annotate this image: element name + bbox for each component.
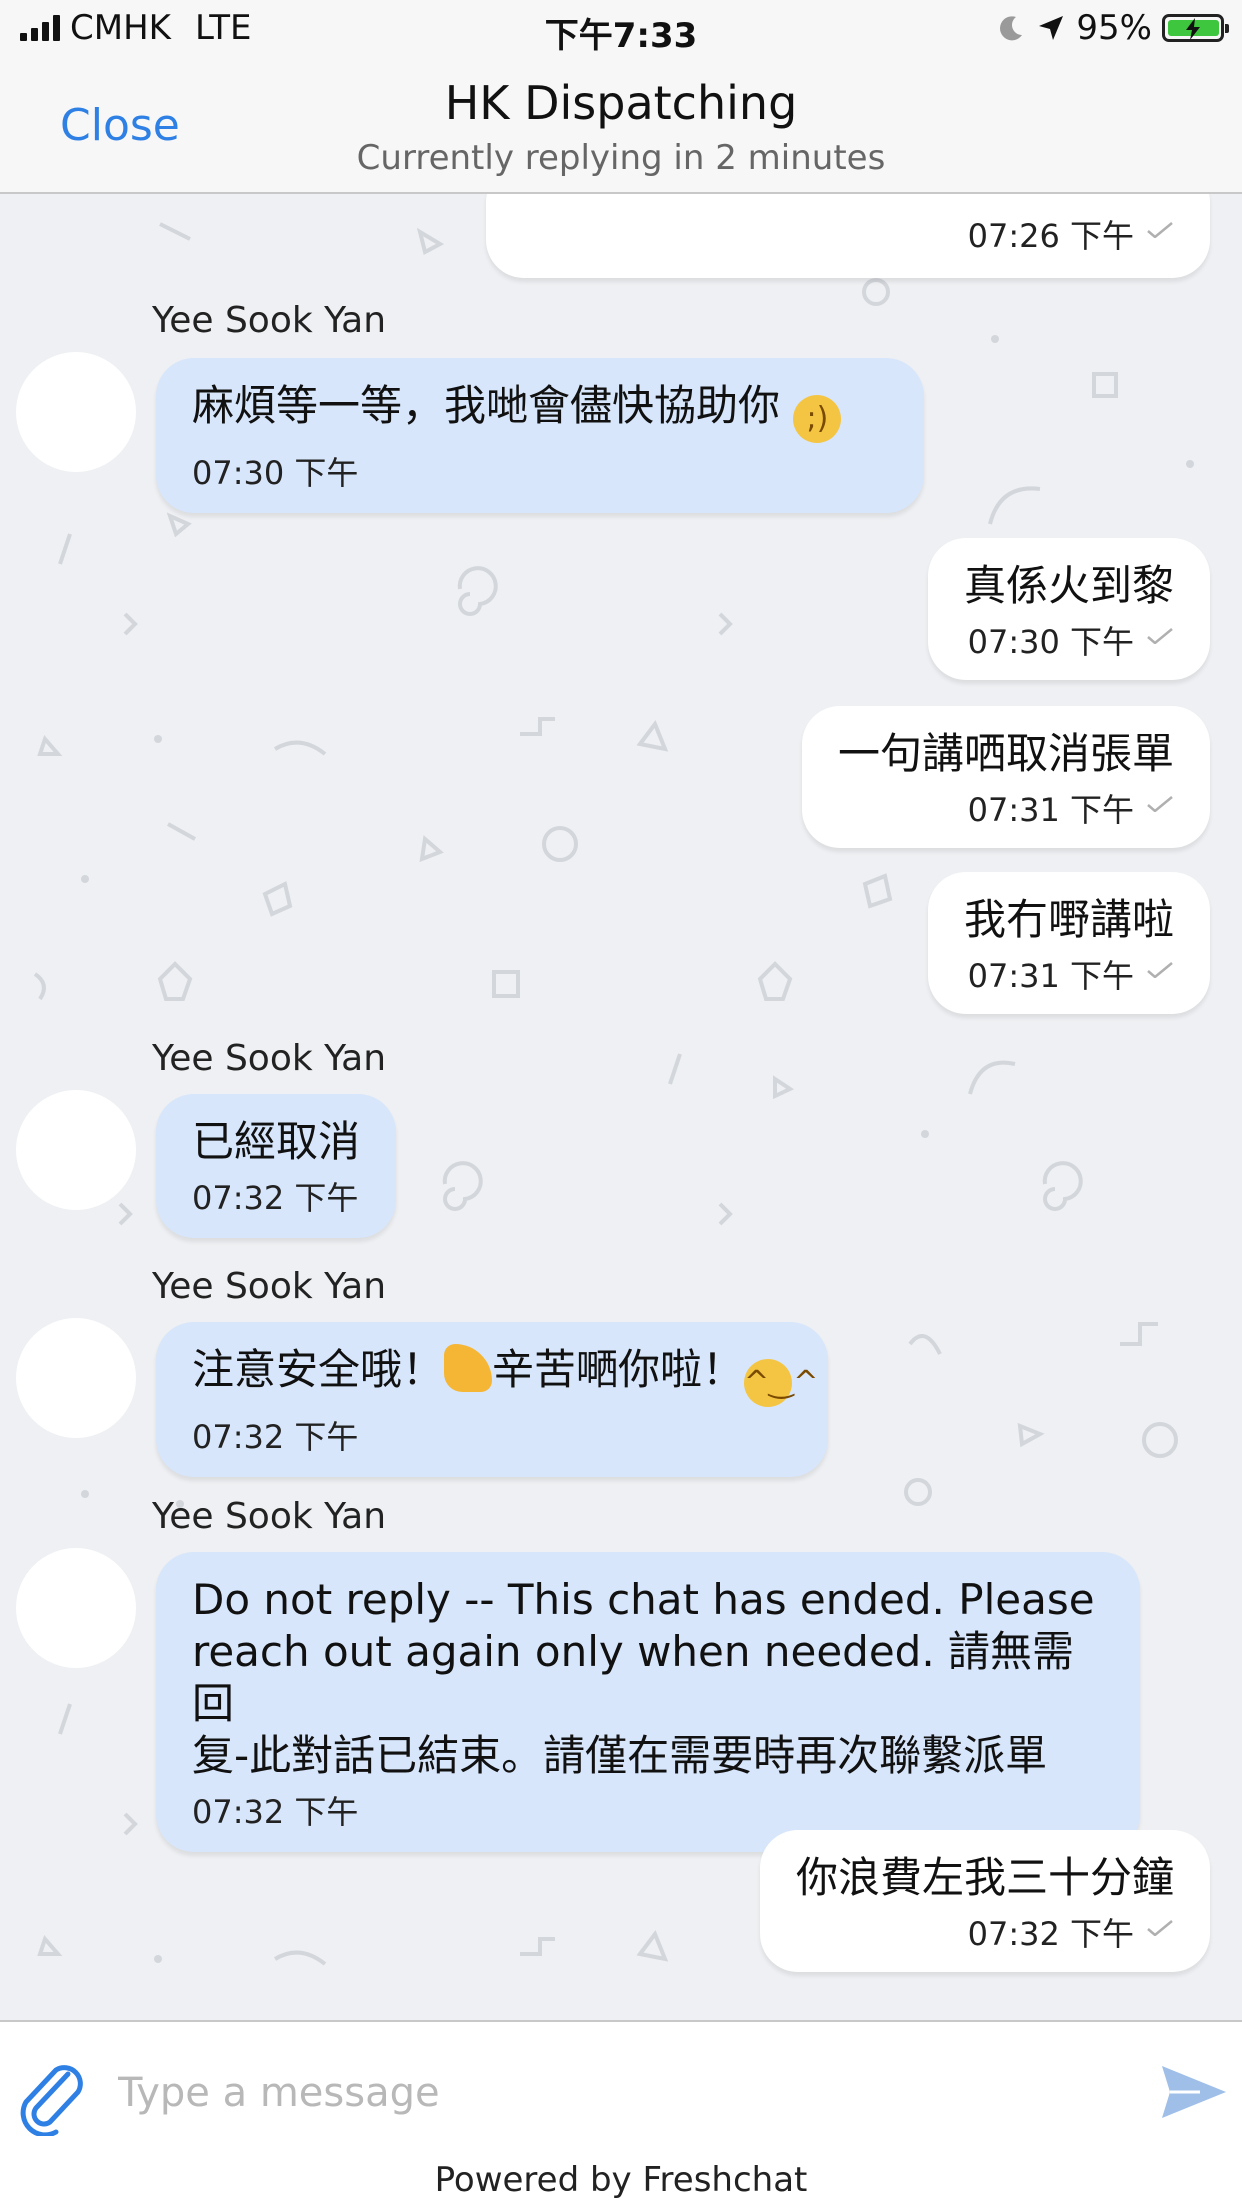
message-text-line: reach out again only when needed. 請無需回 xyxy=(192,1627,1075,1728)
message-time: 07:32 下午 xyxy=(192,1793,359,1831)
battery-percent: 95% xyxy=(1076,8,1152,48)
message-time: 07:30 下午 xyxy=(192,454,359,492)
status-right: 95% xyxy=(996,8,1229,48)
message-text: 你浪費左我三十分鐘 xyxy=(795,1853,1174,1902)
chat-header: Close HK Dispatching Currently replying … xyxy=(0,62,1242,194)
sender-name: Yee Sook Yan xyxy=(152,1496,387,1537)
wink-emoji-icon: ;) xyxy=(793,395,842,443)
message-time: 07:31 下午 xyxy=(964,956,1174,996)
outgoing-message: 我冇嘢講啦 07:31 下午 xyxy=(927,872,1210,1014)
paperclip-icon[interactable] xyxy=(16,2056,86,2136)
flexed-biceps-emoji-icon xyxy=(444,1344,493,1392)
message-time: 07:32 下午 xyxy=(192,1179,359,1217)
hugging-face-emoji-icon: ^‿^ xyxy=(744,1359,818,1407)
delivered-check-icon xyxy=(1147,628,1173,644)
composer-bar: Powered by Freshchat xyxy=(0,2020,1242,2210)
agent-avatar xyxy=(16,352,136,472)
message-text: 真係火到黎 xyxy=(963,561,1174,610)
agent-avatar xyxy=(16,1090,136,1210)
outgoing-message: 07:26 下午 xyxy=(486,194,1210,278)
outgoing-message: 真係火到黎 07:30 下午 xyxy=(927,538,1210,680)
incoming-message: Do not reply -- This chat has ended. Ple… xyxy=(156,1552,1140,1852)
message-list[interactable]: 07:26 下午 Yee Sook Yan 麻煩等一等，我哋會儘快協助你 ;) … xyxy=(0,194,1242,2020)
message-text: 注意安全哦！ 辛苦嗮你啦！^‿^ xyxy=(192,1344,818,1407)
message-text: 已經取消 xyxy=(192,1117,361,1166)
sender-name: Yee Sook Yan xyxy=(152,1038,387,1079)
message-time: 07:32 下午 xyxy=(192,1418,359,1456)
agent-avatar xyxy=(16,1318,136,1438)
send-icon[interactable] xyxy=(1160,2062,1228,2122)
moon-icon xyxy=(1000,16,1023,41)
message-text: 我冇嘢講啦 xyxy=(963,895,1174,944)
message-text: 麻煩等一等，我哋會儘快協助你 ;) xyxy=(192,380,888,443)
message-text-line: 复-此對話已結束。請僅在需要時再次聯繫派單 xyxy=(192,1731,1048,1780)
reply-time-subtitle: Currently replying in 2 minutes xyxy=(356,138,886,178)
delivered-check-icon xyxy=(1147,222,1173,238)
message-time: 07:31 下午 xyxy=(838,790,1174,830)
incoming-message: 麻煩等一等，我哋會儘快協助你 ;) 07:30 下午 xyxy=(156,358,924,513)
status-bar: CMHK LTE 下午7:33 95% xyxy=(0,0,1242,62)
outgoing-message: 你浪費左我三十分鐘 07:32 下午 xyxy=(759,1830,1210,1972)
message-time: 07:26 下午 xyxy=(522,216,1174,256)
delivered-check-icon xyxy=(1147,962,1173,978)
delivered-check-icon xyxy=(1147,796,1173,812)
message-text: 一句講哂取消張單 xyxy=(837,729,1174,778)
incoming-message: 已經取消 07:32 下午 xyxy=(156,1094,397,1238)
powered-by-label: Powered by Freshchat xyxy=(434,2160,808,2200)
delivered-check-icon xyxy=(1147,1920,1173,1936)
message-input[interactable] xyxy=(116,2052,1100,2134)
outgoing-message: 一句講哂取消張單 07:31 下午 xyxy=(801,706,1210,848)
location-arrow-icon xyxy=(1039,16,1064,40)
message-time: 07:32 下午 xyxy=(796,1914,1174,1954)
battery-charging-icon xyxy=(1162,14,1229,42)
agent-avatar xyxy=(16,1548,136,1668)
sender-name: Yee Sook Yan xyxy=(152,1266,387,1307)
chat-title: HK Dispatching xyxy=(444,76,798,130)
message-time: 07:30 下午 xyxy=(964,622,1174,662)
sender-name: Yee Sook Yan xyxy=(152,300,387,341)
message-text-line: Do not reply -- This chat has ended. Ple… xyxy=(192,1575,1095,1624)
incoming-message: 注意安全哦！ 辛苦嗮你啦！^‿^ 07:32 下午 xyxy=(156,1322,829,1477)
